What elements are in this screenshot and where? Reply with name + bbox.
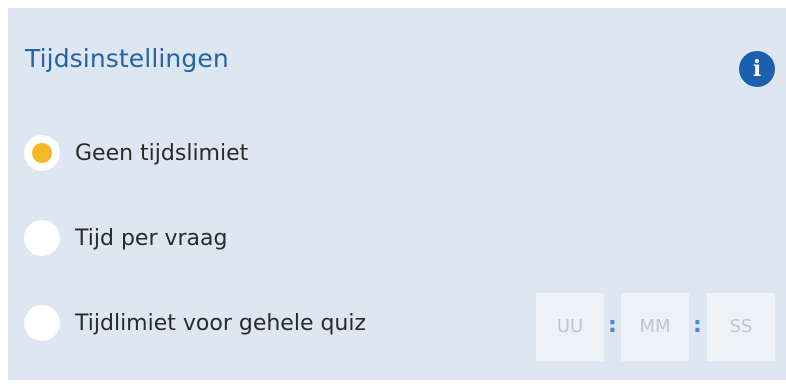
radio-no-time-limit[interactable] — [24, 135, 60, 171]
time-separator: : — [693, 313, 702, 338]
option-time-per-question[interactable]: Tijd per vraag — [24, 218, 227, 258]
info-icon[interactable]: i — [739, 51, 775, 87]
minutes-input[interactable]: MM — [621, 293, 689, 361]
radio-quiz-time-limit[interactable] — [24, 305, 60, 341]
option-label: Geen tijdslimiet — [75, 140, 249, 166]
option-no-time-limit[interactable]: Geen tijdslimiet — [24, 133, 248, 173]
radio-time-per-question[interactable] — [24, 220, 60, 256]
hours-input[interactable]: UU — [536, 293, 604, 361]
time-separator: : — [608, 313, 617, 338]
time-settings-panel: Tijdsinstellingen i Geen tijdslimiet Tij… — [8, 8, 786, 380]
panel-title: Tijdsinstellingen — [25, 44, 229, 73]
seconds-input[interactable]: SS — [707, 293, 775, 361]
option-quiz-time-limit[interactable]: Tijdlimiet voor gehele quiz — [24, 303, 366, 343]
option-label: Tijd per vraag — [75, 225, 228, 251]
option-label: Tijdlimiet voor gehele quiz — [75, 310, 367, 336]
